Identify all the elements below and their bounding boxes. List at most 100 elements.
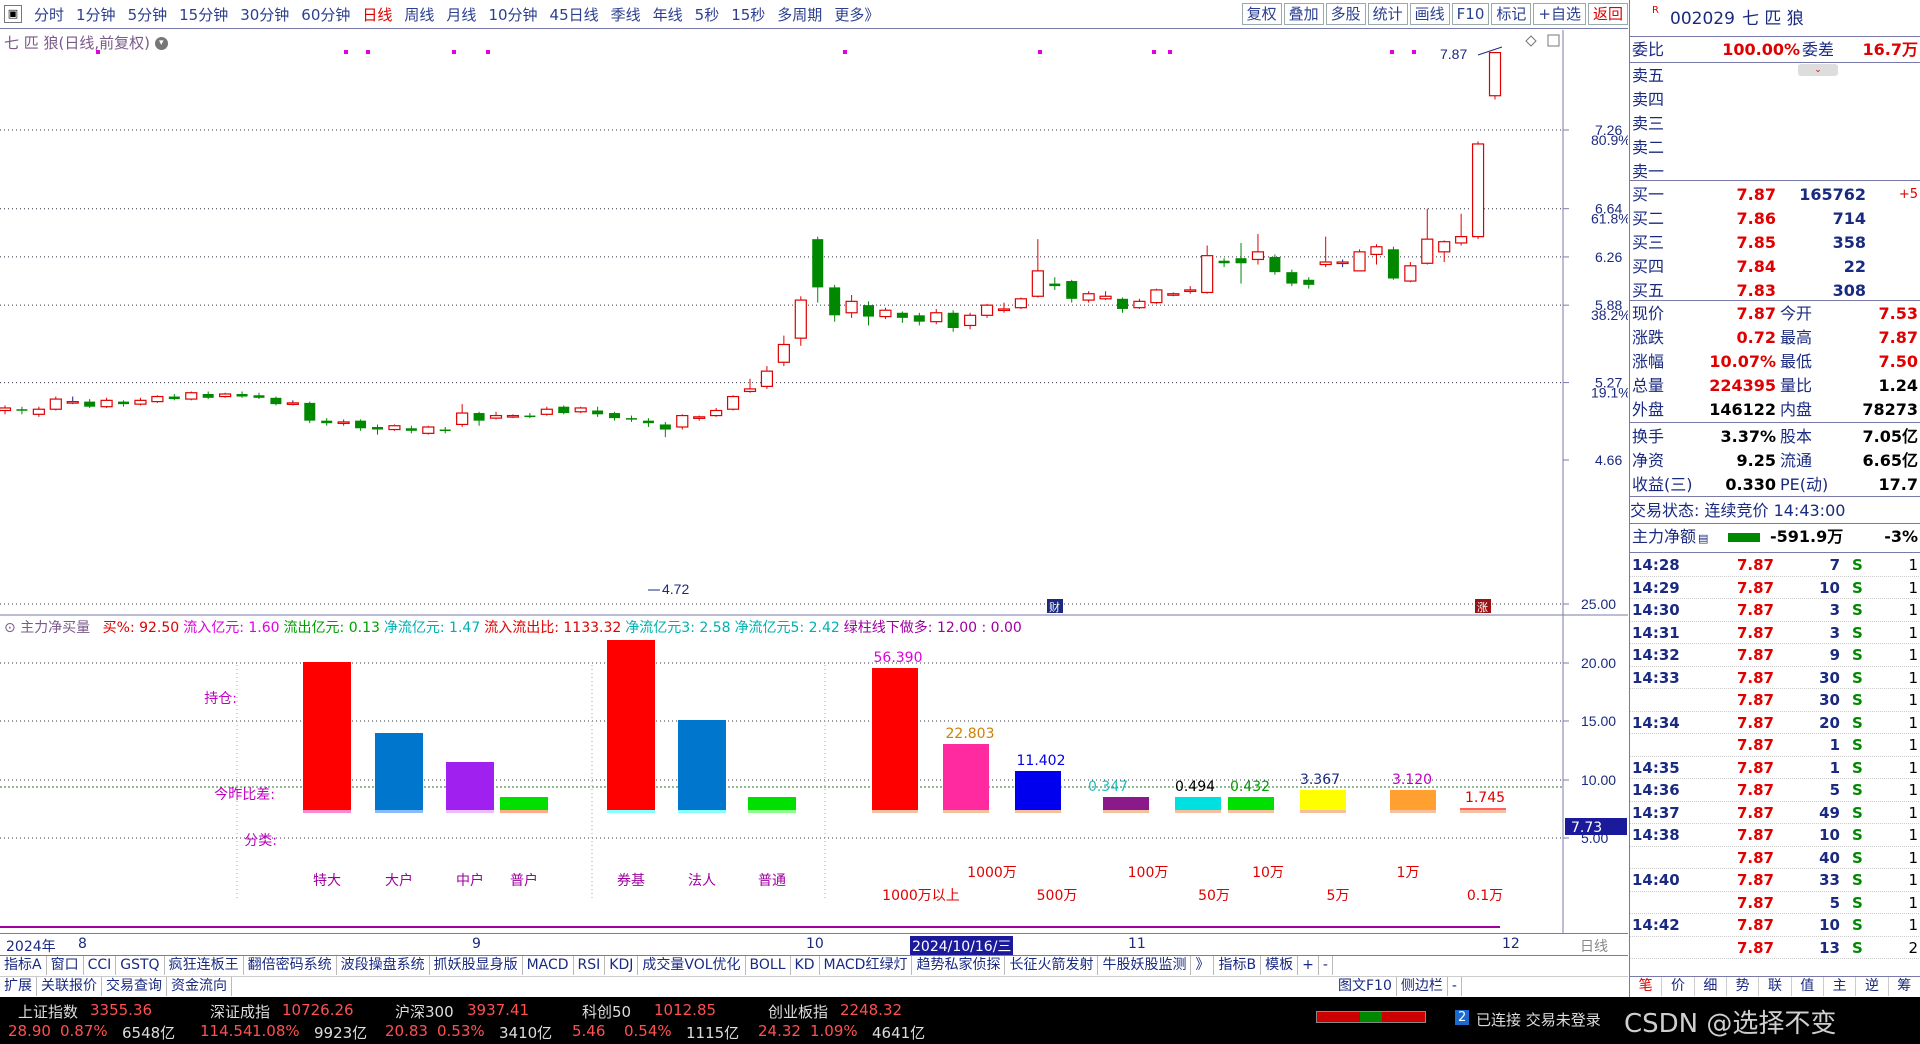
period-item[interactable]: 1分钟 <box>70 4 122 25</box>
category-label: 券基 <box>617 872 645 889</box>
indicator-tab[interactable]: 指标B <box>1214 956 1262 975</box>
indicator-tab[interactable]: 牛股妖股监测 <box>1098 956 1192 975</box>
period-item[interactable]: 10分钟 <box>482 4 543 25</box>
panel-tab[interactable]: 主 <box>1824 977 1857 996</box>
tick-count: 1 <box>1908 736 1918 754</box>
index-name[interactable]: 科创50 <box>582 1001 631 1022</box>
index-name[interactable]: 创业板指 <box>768 1001 828 1022</box>
candle-body <box>1353 251 1366 272</box>
panel-tab[interactable]: 笔 <box>1630 977 1663 996</box>
indicator-tab[interactable]: MACD红绿灯 <box>820 956 913 975</box>
menu-icon[interactable]: ▣ <box>4 5 22 23</box>
tool-button[interactable]: 画线 <box>1409 3 1450 25</box>
tick-row: 14:34 7.87 20 S 1 <box>1630 712 1920 734</box>
tool-button[interactable]: +自选 <box>1533 3 1586 25</box>
period-item[interactable]: 周线 <box>398 4 440 25</box>
chart-area[interactable]: 7.26 6.64 6.26 5.88 5.27 4.66 80.9% 61.8% 38.2% 1… <box>0 30 1628 933</box>
tool-button[interactable]: 标记 <box>1491 3 1532 25</box>
indicator-tab[interactable]: BOLL <box>746 956 791 975</box>
period-item[interactable]: 分时 <box>28 4 70 25</box>
tick-volume: 3 <box>1829 623 1840 642</box>
period-item[interactable]: 5秒 <box>689 4 726 25</box>
period-item[interactable]: 45日线 <box>544 4 605 25</box>
period-item[interactable]: 月线 <box>440 4 482 25</box>
tick-volume: 1 <box>1829 758 1840 777</box>
category-label: 中户 <box>456 872 484 889</box>
period-item[interactable]: 更多》 <box>828 4 885 25</box>
panel-tab[interactable]: 筹 <box>1889 977 1920 996</box>
indicator-tab[interactable]: - <box>1319 956 1333 975</box>
indicator-tab[interactable]: 长征火箭发射 <box>1005 956 1099 975</box>
indicator-tab[interactable]: CCI <box>84 956 117 975</box>
connection-badge[interactable]: 2 <box>1455 1010 1470 1025</box>
indicator-tab[interactable]: RSI <box>574 956 606 975</box>
indicator-tab[interactable]: KDJ <box>605 956 639 975</box>
tick-side: S <box>1852 578 1863 597</box>
panel-tab[interactable]: 细 <box>1695 977 1727 996</box>
indicator-tab[interactable]: 疯狂连板王 <box>165 956 244 975</box>
panel-tab[interactable]: 逆 <box>1856 977 1889 996</box>
indicator-tab[interactable]: + <box>1298 956 1319 975</box>
extension-tab[interactable]: 图文F10 <box>1334 977 1397 996</box>
buy-row[interactable]: 买四 7.84 22 <box>1630 255 1920 279</box>
indicator-tab[interactable]: KD <box>791 956 820 975</box>
extension-tab[interactable]: 扩展 <box>0 977 37 996</box>
chevron-down-icon[interactable]: ⌄ <box>1798 64 1838 76</box>
period-item[interactable]: 日线 <box>356 4 398 25</box>
size-label-2: 0.1万 <box>1467 888 1503 904</box>
tool-button[interactable]: F10 <box>1451 3 1490 25</box>
indicator-tab[interactable]: 趋势私家侦探 <box>912 956 1006 975</box>
size-bar-base <box>943 810 989 813</box>
tool-button[interactable]: 多股 <box>1325 3 1366 25</box>
period-item[interactable]: 年线 <box>647 4 689 25</box>
kline-chart[interactable]: 7.266.646.265.885.274.6680.9%61.8%38.2%1… <box>0 30 1628 933</box>
connection-status[interactable]: 已连接 交易未登录 <box>1476 1009 1601 1030</box>
indicator-tab[interactable]: 翻倍密码系统 <box>244 956 337 975</box>
indicator-tab[interactable]: 抓妖股显身版 <box>430 956 523 975</box>
indicator-tab[interactable]: 》 <box>1191 956 1215 975</box>
table-icon[interactable]: ▤ <box>1698 527 1708 551</box>
indicator-name[interactable]: ⊙ 主力净买量 <box>4 620 94 636</box>
period-item[interactable]: 15分钟 <box>173 4 234 25</box>
period-item[interactable]: 30分钟 <box>234 4 295 25</box>
period-item[interactable]: 季线 <box>605 4 647 25</box>
index-name[interactable]: 沪深300 <box>395 1001 454 1022</box>
size-bar-base <box>1300 810 1346 813</box>
indicator-tab[interactable]: MACD <box>523 956 574 975</box>
period-item[interactable]: 15秒 <box>725 4 771 25</box>
indicator-tab[interactable]: GSTQ <box>116 956 165 975</box>
indicator-tab[interactable]: 成交量VOL优化 <box>638 956 746 975</box>
panel-tab[interactable]: 值 <box>1792 977 1824 996</box>
indicator-tab[interactable]: 模板 <box>1261 956 1299 975</box>
period-item[interactable]: 多周期 <box>771 4 828 25</box>
panel-tab[interactable]: 联 <box>1759 977 1792 996</box>
indicator-tab[interactable]: 指标A <box>0 956 47 975</box>
event-marker <box>1390 50 1394 54</box>
main-flow-value: -591.9万 <box>1770 527 1844 546</box>
event-marker <box>1412 50 1416 54</box>
candle-body <box>151 395 164 403</box>
extension-tab[interactable]: 侧边栏 <box>1397 977 1448 996</box>
chart-title: 七 匹 狼(日线,前复权) <box>4 34 151 52</box>
extension-tab[interactable]: 关联报价 <box>37 977 102 996</box>
tool-button[interactable]: 复权 <box>1241 3 1282 25</box>
tool-button[interactable]: 统计 <box>1367 3 1408 25</box>
panel-tab[interactable]: 势 <box>1727 977 1760 996</box>
panel-tab[interactable]: 价 <box>1662 977 1695 996</box>
buy-row[interactable]: 买三 7.85 358 <box>1630 231 1920 255</box>
tick-side: S <box>1852 803 1863 822</box>
tool-button[interactable]: 返回 <box>1587 3 1628 25</box>
buy-row[interactable]: 买一 7.87 165762 +5 <box>1630 183 1920 207</box>
period-item[interactable]: 5分钟 <box>122 4 174 25</box>
chevron-down-icon[interactable]: ▾ <box>154 37 168 50</box>
extension-tab[interactable]: 交易查询 <box>102 977 167 996</box>
extension-tab[interactable]: - <box>1448 977 1462 996</box>
buy-row[interactable]: 买二 7.86 714 <box>1630 207 1920 231</box>
tool-button[interactable]: 叠加 <box>1283 3 1324 25</box>
extension-tab[interactable]: 资金流向 <box>167 977 232 996</box>
indicator-tab[interactable]: 窗口 <box>47 956 84 975</box>
index-name[interactable]: 上证指数 <box>18 1001 78 1022</box>
period-item[interactable]: 60分钟 <box>295 4 356 25</box>
indicator-tab[interactable]: 波段操盘系统 <box>337 956 430 975</box>
index-name[interactable]: 深证成指 <box>210 1001 270 1022</box>
